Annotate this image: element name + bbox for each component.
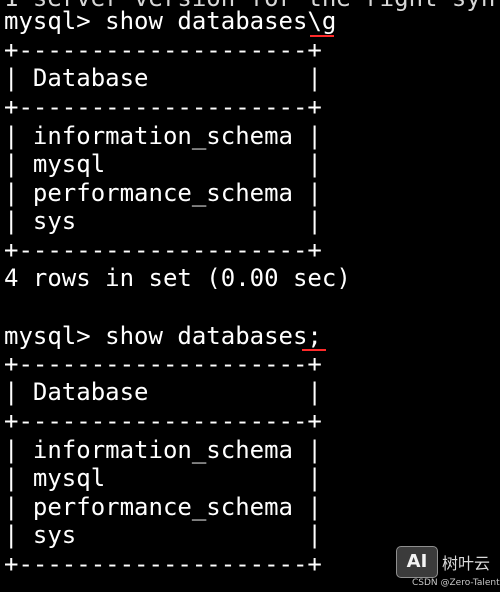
table-row: | sys | <box>4 521 322 549</box>
table-border-header: +--------------------+ <box>4 407 322 435</box>
table-row: | mysql | <box>4 464 322 492</box>
table-border-header: +--------------------+ <box>4 93 322 121</box>
ai-logo-icon: AI <box>396 546 438 578</box>
table-row: | information_schema | <box>4 122 322 150</box>
table-row: | performance_schema | <box>4 179 322 207</box>
terminal-window[interactable]: 1 server version for the right synt mysq… <box>0 0 500 592</box>
watermark-credit: CSDN @Zero-Talent <box>412 578 500 588</box>
watermark-site-name: 树叶云 <box>442 554 491 573</box>
table-header: | Database | <box>4 378 322 406</box>
table-border-top: +--------------------+ <box>4 350 322 378</box>
table-row: | sys | <box>4 207 322 235</box>
watermark: AI 树叶云 CSDN @Zero-Talent <box>396 544 500 592</box>
table-border-top: +--------------------+ <box>4 36 322 64</box>
table-row: | mysql | <box>4 150 322 178</box>
table-border-bottom: +--------------------+ <box>4 236 322 264</box>
table-row: | performance_schema | <box>4 493 322 521</box>
command-line-show-databases-g: mysql> show databases\g <box>4 7 337 35</box>
table-row: | information_schema | <box>4 436 322 464</box>
table-border-bottom: +--------------------+ <box>4 550 322 578</box>
command-line-show-databases-semicolon: mysql> show databases; <box>4 322 322 350</box>
table-header: | Database | <box>4 64 322 92</box>
query-result-summary: 4 rows in set (0.00 sec) <box>4 264 351 292</box>
